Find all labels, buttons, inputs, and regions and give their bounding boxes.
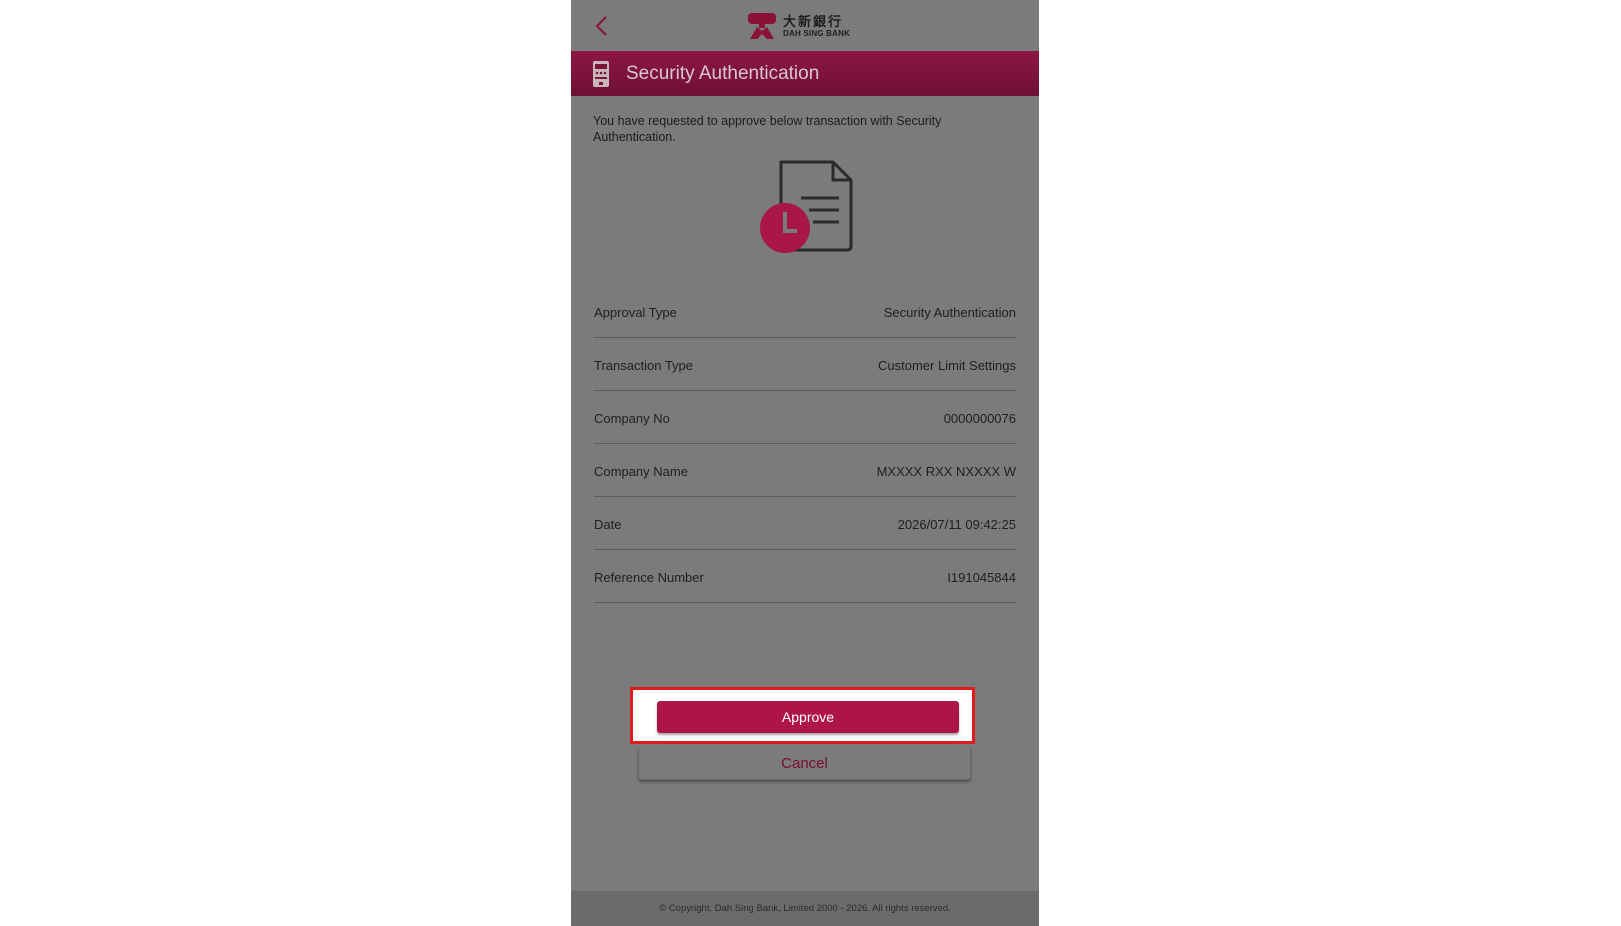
dah-sing-bank-logo: 大新銀行 DAH SING BANK xyxy=(747,12,850,40)
detail-row-reference-number: Reference Number I191045844 xyxy=(594,550,1016,603)
detail-value: 0000000076 xyxy=(943,410,1016,426)
detail-row-date: Date 2026/07/11 09:42:25 xyxy=(594,497,1016,550)
app-screen: 大新銀行 DAH SING BANK Security Authenticati… xyxy=(571,0,1039,926)
detail-row-company-name: Company Name MXXXX RXX NXXXX W xyxy=(594,444,1016,497)
pending-document-clock-icon xyxy=(760,160,853,253)
detail-value: 2026/07/11 09:42:25 xyxy=(897,516,1016,532)
detail-value: Customer Limit Settings xyxy=(878,357,1016,373)
bank-emblem-icon xyxy=(748,13,776,39)
detail-label: Company No xyxy=(594,410,670,426)
detail-value: I191045844 xyxy=(947,569,1016,585)
top-navigation-bar: 大新銀行 DAH SING BANK xyxy=(571,0,1039,52)
transaction-details-list: Approval Type Security Authentication Tr… xyxy=(594,285,1016,603)
detail-row-transaction-type: Transaction Type Customer Limit Settings xyxy=(594,338,1016,391)
detail-label: Date xyxy=(594,516,622,532)
page-title: Security Authentication xyxy=(626,62,820,84)
cancel-button[interactable]: Cancel xyxy=(638,748,971,780)
approve-button[interactable]: Approve xyxy=(657,701,959,733)
detail-row-approval-type: Approval Type Security Authentication xyxy=(594,285,1016,338)
detail-label: Approval Type xyxy=(594,304,677,320)
detail-value: MXXXX RXX NXXXX W xyxy=(876,463,1016,479)
copyright-footer: © Copyright. Dah Sing Bank, Limited 2000… xyxy=(571,891,1039,926)
detail-value: Security Authentication xyxy=(883,304,1016,320)
detail-row-company-no: Company No 0000000076 xyxy=(594,391,1016,444)
detail-label: Reference Number xyxy=(594,569,704,585)
back-arrow-icon[interactable] xyxy=(589,12,615,40)
logo-chinese-text: 大新銀行 xyxy=(783,13,844,29)
logo-english-text: DAH SING BANK xyxy=(783,28,851,38)
page-title-bar: Security Authentication xyxy=(571,51,1039,96)
security-token-icon xyxy=(593,60,609,87)
detail-label: Transaction Type xyxy=(594,357,693,373)
intro-message: You have requested to approve below tran… xyxy=(593,114,942,144)
detail-label: Company Name xyxy=(594,463,688,479)
